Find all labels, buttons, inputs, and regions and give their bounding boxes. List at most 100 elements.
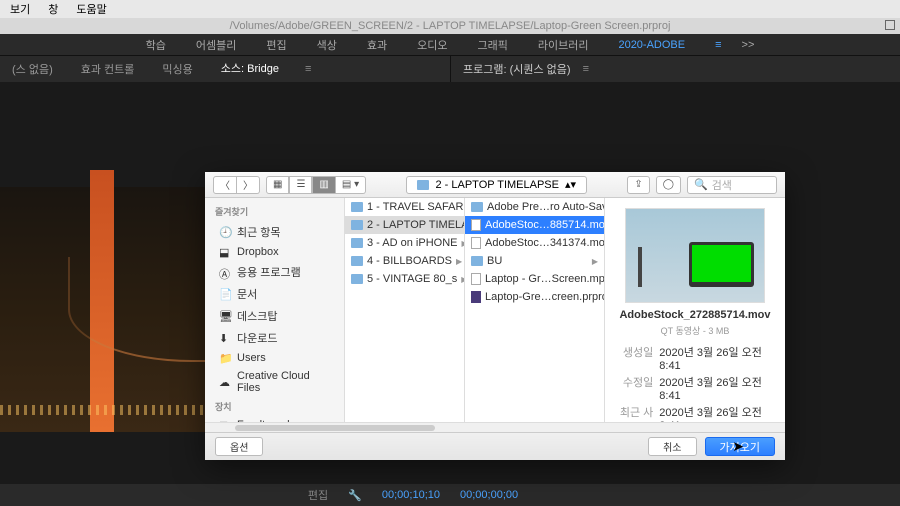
- column-item[interactable]: 4 - BILLBOARDS ▶: [345, 252, 464, 270]
- dialog-footer: 옵션 취소 가져오기 ➤: [205, 432, 785, 460]
- tab-effect-controls[interactable]: 효과 컨트롤: [79, 61, 137, 77]
- sidebar-item[interactable]: ☁ Creative Cloud Files: [205, 367, 344, 397]
- timeline-label: 편집: [308, 487, 328, 503]
- meta-value: 2020년 3월 26일 오전 8:41: [659, 344, 775, 372]
- preview-filename: AdobeStock_272885714.mov: [615, 309, 775, 322]
- item-label: Laptop - Gr…Screen.mp4: [485, 273, 604, 285]
- view-list-button[interactable]: ☰: [289, 176, 312, 194]
- sidebar-item[interactable]: 📁Users: [205, 349, 344, 367]
- panel-tabs: (스 없음) 효과 컨트롤 믹싱용 소스: Bridge ≡ 프로그램: (시퀀…: [0, 56, 900, 82]
- workspace-tab[interactable]: 그래픽: [477, 37, 507, 53]
- sidebar-item[interactable]: 📄문서: [205, 283, 344, 305]
- dropbox-icon: ⬓: [219, 246, 231, 258]
- item-label: Laptop-Gre…creen.prproj: [485, 291, 604, 303]
- sidebar-devices-header: 장치: [205, 397, 344, 416]
- tab-source[interactable]: 소스: Bridge: [219, 60, 281, 84]
- workspace-tab[interactable]: 편집: [266, 37, 286, 53]
- preview-pane: AdobeStock_272885714.mov QT 동영상 - 3 MB 생…: [605, 198, 785, 422]
- column-item[interactable]: AdobeStoc…885714.mov: [465, 216, 604, 234]
- file-icon: [471, 237, 481, 249]
- meta-key: 생성일: [615, 344, 659, 372]
- sidebar-item-label: 응용 프로그램: [237, 264, 301, 280]
- workspace-tab[interactable]: 라이브러리: [538, 37, 589, 53]
- current-folder-name: 2 - LAPTOP TIMELAPSE: [435, 179, 559, 191]
- timecode-program[interactable]: 00;00;00;00: [460, 489, 518, 501]
- maximize-icon[interactable]: [885, 20, 895, 30]
- workspace-menu-icon[interactable]: ≡: [715, 39, 721, 51]
- workspace-tab[interactable]: 오디오: [417, 37, 447, 53]
- options-button[interactable]: 옵션: [215, 437, 263, 456]
- workspace-tab[interactable]: 어셈블리: [196, 37, 236, 53]
- sidebar-item[interactable]: ⬇다운로드: [205, 327, 344, 349]
- item-label: AdobeStoc…341374.mov: [485, 237, 604, 249]
- program-panel-title[interactable]: 프로그램: (시퀀스 없음): [461, 61, 573, 77]
- workspace-tab[interactable]: 색상: [317, 37, 337, 53]
- workspace-tab[interactable]: 학습: [146, 37, 166, 53]
- chevron-updown-icon: ▴▾: [565, 178, 576, 191]
- sidebar-item[interactable]: ⬓Dropbox: [205, 243, 344, 261]
- item-label: 4 - BILLBOARDS: [367, 255, 452, 267]
- column-item[interactable]: 1 - TRAVEL SAFARI▶: [345, 198, 464, 216]
- folder-icon: [351, 256, 363, 266]
- search-input[interactable]: 🔍 검색: [687, 176, 777, 194]
- cancel-button[interactable]: 취소: [648, 437, 696, 456]
- meta-value: 2020년 3월 26일 오전 8:41: [659, 404, 775, 422]
- meta-key: 수정일: [615, 374, 659, 402]
- nav-back-button[interactable]: 〈: [213, 176, 237, 194]
- sidebar-item-label: 최근 항목: [237, 224, 281, 240]
- sidebar-item[interactable]: 🕘 최근 항목: [205, 221, 344, 243]
- column-item[interactable]: Laptop-Gre…creen.prproj: [465, 288, 604, 306]
- menu-help[interactable]: 도움말: [76, 1, 106, 17]
- wrench-icon[interactable]: 🔧: [348, 489, 362, 502]
- column-item[interactable]: AdobeStoc…341374.mov: [465, 234, 604, 252]
- folder-icon: [417, 180, 429, 190]
- nav-forward-button[interactable]: 〉: [237, 176, 260, 194]
- sidebar-item[interactable]: 🖥 데스크탑: [205, 305, 344, 327]
- column-item[interactable]: 5 - VINTAGE 80_s▶: [345, 270, 464, 288]
- panel-menu-icon[interactable]: ≡: [305, 63, 311, 75]
- timecode-source[interactable]: 00;00;10;10: [382, 489, 440, 501]
- sidebar-item-label: Creative Cloud Files: [237, 370, 334, 394]
- folder-icon: [351, 220, 363, 230]
- view-gallery-button[interactable]: ▤ ▾: [336, 176, 366, 194]
- desktop-icon: 🖥: [219, 310, 231, 322]
- chevron-right-icon: ▶: [456, 257, 462, 266]
- preview-subtitle: QT 동영상 - 3 MB: [615, 324, 775, 337]
- chevron-right-icon: ▶: [461, 239, 464, 248]
- item-label: 3 - AD on iPHONE: [367, 237, 457, 249]
- column-2: Adobe Pre…ro Auto-Save▶AdobeStoc…885714.…: [465, 198, 605, 422]
- tags-button[interactable]: ◯: [656, 176, 681, 194]
- tab-none[interactable]: (스 없음): [10, 61, 55, 77]
- file-open-dialog: 〈 〉 ▦ ☰ ▥ ▤ ▾ 2 - LAPTOP TIMELAPSE ▴▾ ⇪ …: [205, 172, 785, 460]
- workspace-tab-active[interactable]: 2020-ADOBE: [618, 39, 685, 51]
- column-item[interactable]: Adobe Pre…ro Auto-Save▶: [465, 198, 604, 216]
- share-button[interactable]: ⇪: [627, 176, 649, 194]
- import-button[interactable]: 가져오기 ➤: [705, 437, 775, 456]
- column-item[interactable]: BU▶: [465, 252, 604, 270]
- item-label: 2 - LAPTOP TIMELAPSE: [367, 219, 464, 231]
- tab-mixing[interactable]: 믹싱용: [160, 61, 194, 77]
- path-selector[interactable]: 2 - LAPTOP TIMELAPSE ▴▾: [406, 176, 587, 194]
- view-icon-button[interactable]: ▦: [266, 176, 289, 194]
- workspace-overflow[interactable]: >>: [742, 39, 755, 51]
- chevron-right-icon: ▶: [461, 275, 464, 284]
- folder-icon: [471, 256, 483, 266]
- preview-metadata: 생성일2020년 3월 26일 오전 8:41수정일2020년 3월 26일 오…: [615, 343, 775, 422]
- column-item[interactable]: Laptop - Gr…Screen.mp4: [465, 270, 604, 288]
- view-column-button[interactable]: ▥: [312, 176, 335, 194]
- sidebar-item-label: 데스크탑: [237, 308, 277, 324]
- horizontal-scrollbar[interactable]: [205, 422, 785, 432]
- column-item[interactable]: 3 - AD on iPHONE ▶: [345, 234, 464, 252]
- folder-icon: [351, 202, 363, 212]
- column-item[interactable]: 2 - LAPTOP TIMELAPSE▶: [345, 216, 464, 234]
- document-path: /Volumes/Adobe/GREEN_SCREEN/2 - LAPTOP T…: [230, 20, 671, 32]
- workspace-tab[interactable]: 효과: [367, 37, 387, 53]
- cloud-icon: ☁: [219, 376, 231, 388]
- menu-window[interactable]: 창: [48, 1, 58, 17]
- sidebar-favorites-header: 즐겨찾기: [205, 202, 344, 221]
- panel-menu-icon[interactable]: ≡: [583, 63, 589, 75]
- clock-icon: 🕘: [219, 226, 231, 238]
- menu-view[interactable]: 보기: [10, 1, 30, 17]
- sidebar-item[interactable]: Ⓐ응용 프로그램: [205, 261, 344, 283]
- dialog-toolbar: 〈 〉 ▦ ☰ ▥ ▤ ▾ 2 - LAPTOP TIMELAPSE ▴▾ ⇪ …: [205, 172, 785, 198]
